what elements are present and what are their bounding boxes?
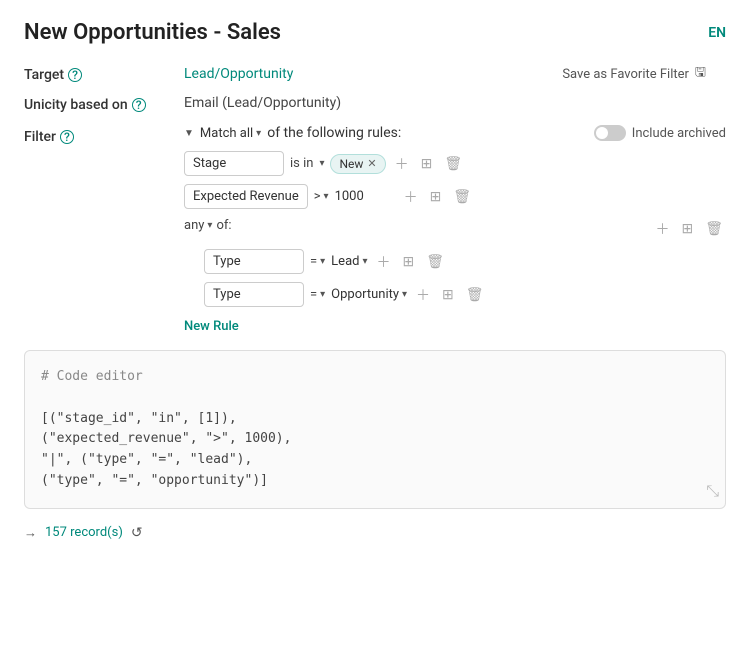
footer-row: → 157 record(s) ↺ — [24, 525, 726, 541]
type-opp-branch-btn[interactable]: ⊞ — [439, 285, 457, 305]
filter-label: Filter ? — [24, 125, 184, 145]
any-add-btn[interactable]: ＋ — [652, 217, 672, 241]
target-help-icon[interactable]: ? — [68, 68, 82, 82]
revenue-rule-row: Expected Revenue > ▾ 1000 ＋ ⊞ 🗑 — [184, 184, 726, 209]
type-opp-field[interactable]: Type — [204, 282, 304, 307]
records-count[interactable]: 157 record(s) — [45, 525, 123, 540]
stage-op: is in — [290, 156, 313, 171]
revenue-op-dropdown[interactable]: > ▾ — [314, 189, 329, 204]
any-of-row: any ▾ of: ＋ ⊞ 🗑 — [184, 217, 726, 241]
type-lead-op-caret: ▾ — [320, 256, 325, 267]
type-opp-value-dropdown[interactable]: Opportunity ▾ — [331, 287, 407, 302]
filter-content: ▼ Match all ▾ of the following rules: In… — [184, 125, 726, 350]
sub-rules: Type = ▾ Lead ▾ ＋ ⊞ 🗑 Type = ▾ — [204, 249, 726, 307]
revenue-op-caret: ▾ — [324, 191, 329, 202]
page-header: New Opportunities - Sales EN — [24, 20, 726, 45]
type-lead-field[interactable]: Type — [204, 249, 304, 274]
type-lead-delete-btn[interactable]: 🗑 — [423, 252, 447, 272]
revenue-add-btn[interactable]: ＋ — [401, 185, 421, 209]
stage-value-tag: New ✕ — [330, 154, 385, 174]
revenue-value: 1000 — [335, 189, 395, 204]
footer-arrow-icon: → — [24, 525, 37, 541]
type-lead-add-btn[interactable]: ＋ — [374, 250, 394, 274]
match-all-dropdown[interactable]: Match all ▾ — [200, 126, 261, 141]
type-opp-add-btn[interactable]: ＋ — [413, 283, 433, 307]
match-row: ▼ Match all ▾ of the following rules: In… — [184, 125, 726, 141]
stage-tag-remove[interactable]: ✕ — [367, 157, 376, 170]
language-badge[interactable]: EN — [708, 25, 726, 41]
stage-delete-btn[interactable]: 🗑 — [441, 154, 465, 174]
resize-handle[interactable]: ⤡ — [706, 478, 719, 504]
type-opp-op-caret: ▾ — [320, 289, 325, 300]
stage-rule-row: Stage is in ▾ New ✕ ＋ ⊞ 🗑 — [184, 151, 726, 176]
type-lead-val-caret: ▾ — [362, 256, 367, 267]
match-caret-icon: ▾ — [256, 128, 261, 139]
any-of-dropdown[interactable]: any ▾ — [184, 218, 212, 233]
any-of-inner: any ▾ of: — [184, 218, 232, 233]
new-rule-button[interactable]: New Rule — [184, 319, 239, 334]
type-opp-val-caret: ▾ — [402, 289, 407, 300]
type-opp-op[interactable]: = ▾ — [310, 287, 325, 302]
target-row: Target ? Lead/Opportunity Save as Favori… — [24, 63, 726, 85]
type-lead-value-dropdown[interactable]: Lead ▾ — [331, 254, 367, 269]
type-lead-branch-btn[interactable]: ⊞ — [400, 252, 418, 272]
any-caret: ▾ — [207, 220, 212, 231]
unicity-label: Unicity based on ? — [24, 95, 184, 113]
target-value[interactable]: Lead/Opportunity — [184, 66, 293, 82]
unicity-row: Unicity based on ? Email (Lead/Opportuni… — [24, 95, 726, 113]
revenue-field[interactable]: Expected Revenue — [184, 184, 308, 209]
revenue-branch-btn[interactable]: ⊞ — [427, 187, 445, 207]
page-title: New Opportunities - Sales — [24, 20, 281, 45]
revenue-delete-btn[interactable]: 🗑 — [450, 187, 474, 207]
type-lead-op[interactable]: = ▾ — [310, 254, 325, 269]
filter-help-icon[interactable]: ? — [60, 130, 74, 144]
type-opp-delete-btn[interactable]: 🗑 — [463, 285, 487, 305]
code-line1: [("stage_id", "in", [1]), — [41, 409, 709, 430]
include-archived-row: Include archived — [594, 125, 726, 141]
code-line4: ("type", "=", "opportunity")] — [41, 471, 709, 492]
include-archived-toggle[interactable] — [594, 125, 626, 141]
any-branch-btn[interactable]: ⊞ — [678, 219, 696, 239]
stage-branch-btn[interactable]: ⊞ — [418, 154, 436, 174]
code-line2: ("expected_revenue", ">", 1000), — [41, 429, 709, 450]
unicity-value: Email (Lead/Opportunity) — [184, 95, 341, 111]
code-editor[interactable]: # Code editor [("stage_id", "in", [1]), … — [24, 350, 726, 509]
stage-field[interactable]: Stage — [184, 151, 284, 176]
unicity-help-icon[interactable]: ? — [132, 98, 146, 112]
any-delete-btn[interactable]: 🗑 — [702, 219, 726, 239]
type-lead-row: Type = ▾ Lead ▾ ＋ ⊞ 🗑 — [204, 249, 726, 274]
stage-add-btn[interactable]: ＋ — [392, 152, 412, 176]
stage-op-caret: ▾ — [319, 158, 324, 169]
type-opp-row: Type = ▾ Opportunity ▾ ＋ ⊞ 🗑 — [204, 282, 726, 307]
save-icon: 🖫 — [695, 63, 706, 85]
code-comment: # Code editor — [41, 367, 709, 388]
refresh-icon[interactable]: ↺ — [131, 525, 143, 541]
target-label: Target ? — [24, 65, 184, 83]
match-down-caret: ▼ — [184, 128, 194, 139]
filter-section: Filter ? ▼ Match all ▾ of the following … — [24, 125, 726, 350]
code-line3: "|", ("type", "=", "lead"), — [41, 450, 709, 471]
save-filter-button[interactable]: Save as Favorite Filter 🖫 — [562, 63, 726, 85]
